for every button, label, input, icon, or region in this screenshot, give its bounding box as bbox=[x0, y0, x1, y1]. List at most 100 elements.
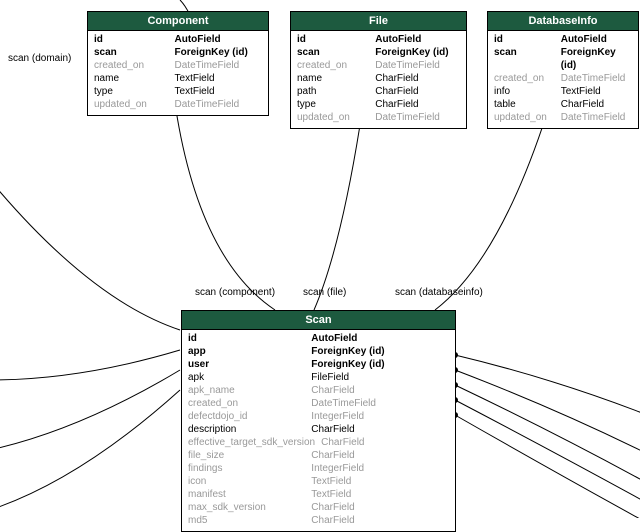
entity-fields-databaseinfo: idAutoFieldscanForeignKey (id)created_on… bbox=[488, 31, 638, 128]
field-row: tableCharField bbox=[494, 98, 632, 111]
field-type: CharField bbox=[321, 436, 449, 449]
field-row: updated_onDateTimeField bbox=[297, 111, 460, 124]
entity-fields-component: idAutoFieldscanForeignKey (id)created_on… bbox=[88, 31, 268, 115]
field-row: userForeignKey (id) bbox=[188, 358, 449, 371]
entity-fields-file: idAutoFieldscanForeignKey (id)created_on… bbox=[291, 31, 466, 128]
field-name: type bbox=[94, 85, 175, 98]
field-type: CharField bbox=[561, 98, 632, 111]
field-name: file_size bbox=[188, 449, 311, 462]
field-name: created_on bbox=[94, 59, 175, 72]
field-type: CharField bbox=[311, 423, 449, 436]
field-type: IntegerField bbox=[311, 410, 449, 423]
entity-scan: Scan idAutoFieldappForeignKey (id)userFo… bbox=[181, 310, 456, 532]
field-name: defectdojo_id bbox=[188, 410, 311, 423]
field-type: AutoField bbox=[311, 332, 449, 345]
field-row: manifestTextField bbox=[188, 488, 449, 501]
field-type: ForeignKey (id) bbox=[311, 345, 449, 358]
field-row: idAutoField bbox=[297, 33, 460, 46]
field-type: TextField bbox=[561, 85, 632, 98]
field-row: descriptionCharField bbox=[188, 423, 449, 436]
field-type: DateTimeField bbox=[175, 98, 262, 111]
field-name: id bbox=[188, 332, 311, 345]
field-type: ForeignKey (id) bbox=[175, 46, 262, 59]
field-name: updated_on bbox=[297, 111, 375, 124]
field-name: app bbox=[188, 345, 311, 358]
field-type: CharField bbox=[311, 384, 449, 397]
field-type: TextField bbox=[311, 488, 449, 501]
field-name: created_on bbox=[494, 72, 561, 85]
field-type: DateTimeField bbox=[375, 59, 460, 72]
field-type: CharField bbox=[375, 98, 460, 111]
field-type: TextField bbox=[311, 475, 449, 488]
field-row: apkFileField bbox=[188, 371, 449, 384]
field-name: scan bbox=[494, 46, 561, 72]
field-name: info bbox=[494, 85, 561, 98]
field-row: updated_onDateTimeField bbox=[94, 98, 262, 111]
entity-title: Component bbox=[88, 12, 268, 31]
field-type: DateTimeField bbox=[561, 111, 632, 124]
field-row: nameTextField bbox=[94, 72, 262, 85]
field-type: DateTimeField bbox=[311, 397, 449, 410]
entity-title: DatabaseInfo bbox=[488, 12, 638, 31]
field-row: effective_target_sdk_versionCharField bbox=[188, 436, 449, 449]
field-type: DateTimeField bbox=[175, 59, 262, 72]
entity-file: File idAutoFieldscanForeignKey (id)creat… bbox=[290, 11, 467, 129]
field-row: scanForeignKey (id) bbox=[297, 46, 460, 59]
field-row: idAutoField bbox=[494, 33, 632, 46]
field-type: CharField bbox=[311, 449, 449, 462]
label-scan-databaseinfo: scan (databaseinfo) bbox=[395, 287, 483, 298]
field-type: AutoField bbox=[175, 33, 262, 46]
label-scan-component: scan (component) bbox=[195, 287, 275, 298]
field-type: AutoField bbox=[561, 33, 632, 46]
field-row: idAutoField bbox=[188, 332, 449, 345]
field-name: created_on bbox=[188, 397, 311, 410]
field-row: created_onDateTimeField bbox=[297, 59, 460, 72]
field-row: pathCharField bbox=[297, 85, 460, 98]
field-name: id bbox=[297, 33, 375, 46]
field-row: nameCharField bbox=[297, 72, 460, 85]
field-name: scan bbox=[94, 46, 175, 59]
entity-title: Scan bbox=[182, 311, 455, 330]
field-name: name bbox=[297, 72, 375, 85]
entity-component: Component idAutoFieldscanForeignKey (id)… bbox=[87, 11, 269, 116]
field-type: IntegerField bbox=[311, 462, 449, 475]
field-name: effective_target_sdk_version bbox=[188, 436, 321, 449]
field-row: infoTextField bbox=[494, 85, 632, 98]
label-scan-domain: scan (domain) bbox=[8, 53, 71, 64]
field-name: apk_name bbox=[188, 384, 311, 397]
field-name: path bbox=[297, 85, 375, 98]
field-name: id bbox=[494, 33, 561, 46]
field-row: md5CharField bbox=[188, 514, 449, 527]
field-row: typeTextField bbox=[94, 85, 262, 98]
field-row: created_onDateTimeField bbox=[494, 72, 632, 85]
field-row: file_sizeCharField bbox=[188, 449, 449, 462]
field-name: created_on bbox=[297, 59, 375, 72]
field-name: description bbox=[188, 423, 311, 436]
field-type: DateTimeField bbox=[375, 111, 460, 124]
entity-databaseinfo: DatabaseInfo idAutoFieldscanForeignKey (… bbox=[487, 11, 639, 129]
field-row: typeCharField bbox=[297, 98, 460, 111]
field-name: table bbox=[494, 98, 561, 111]
field-row: iconTextField bbox=[188, 475, 449, 488]
field-type: AutoField bbox=[375, 33, 460, 46]
field-name: findings bbox=[188, 462, 311, 475]
field-type: DateTimeField bbox=[561, 72, 632, 85]
field-name: user bbox=[188, 358, 311, 371]
field-name: scan bbox=[297, 46, 375, 59]
field-row: apk_nameCharField bbox=[188, 384, 449, 397]
field-type: CharField bbox=[375, 85, 460, 98]
entity-fields-scan: idAutoFieldappForeignKey (id)userForeign… bbox=[182, 330, 455, 531]
field-name: max_sdk_version bbox=[188, 501, 311, 514]
field-row: findingsIntegerField bbox=[188, 462, 449, 475]
field-row: scanForeignKey (id) bbox=[494, 46, 632, 72]
field-type: TextField bbox=[175, 85, 262, 98]
field-name: manifest bbox=[188, 488, 311, 501]
field-type: TextField bbox=[175, 72, 262, 85]
field-type: ForeignKey (id) bbox=[561, 46, 632, 72]
field-type: CharField bbox=[375, 72, 460, 85]
field-row: created_onDateTimeField bbox=[188, 397, 449, 410]
field-name: md5 bbox=[188, 514, 311, 527]
field-row: scanForeignKey (id) bbox=[94, 46, 262, 59]
field-row: appForeignKey (id) bbox=[188, 345, 449, 358]
field-name: updated_on bbox=[494, 111, 561, 124]
